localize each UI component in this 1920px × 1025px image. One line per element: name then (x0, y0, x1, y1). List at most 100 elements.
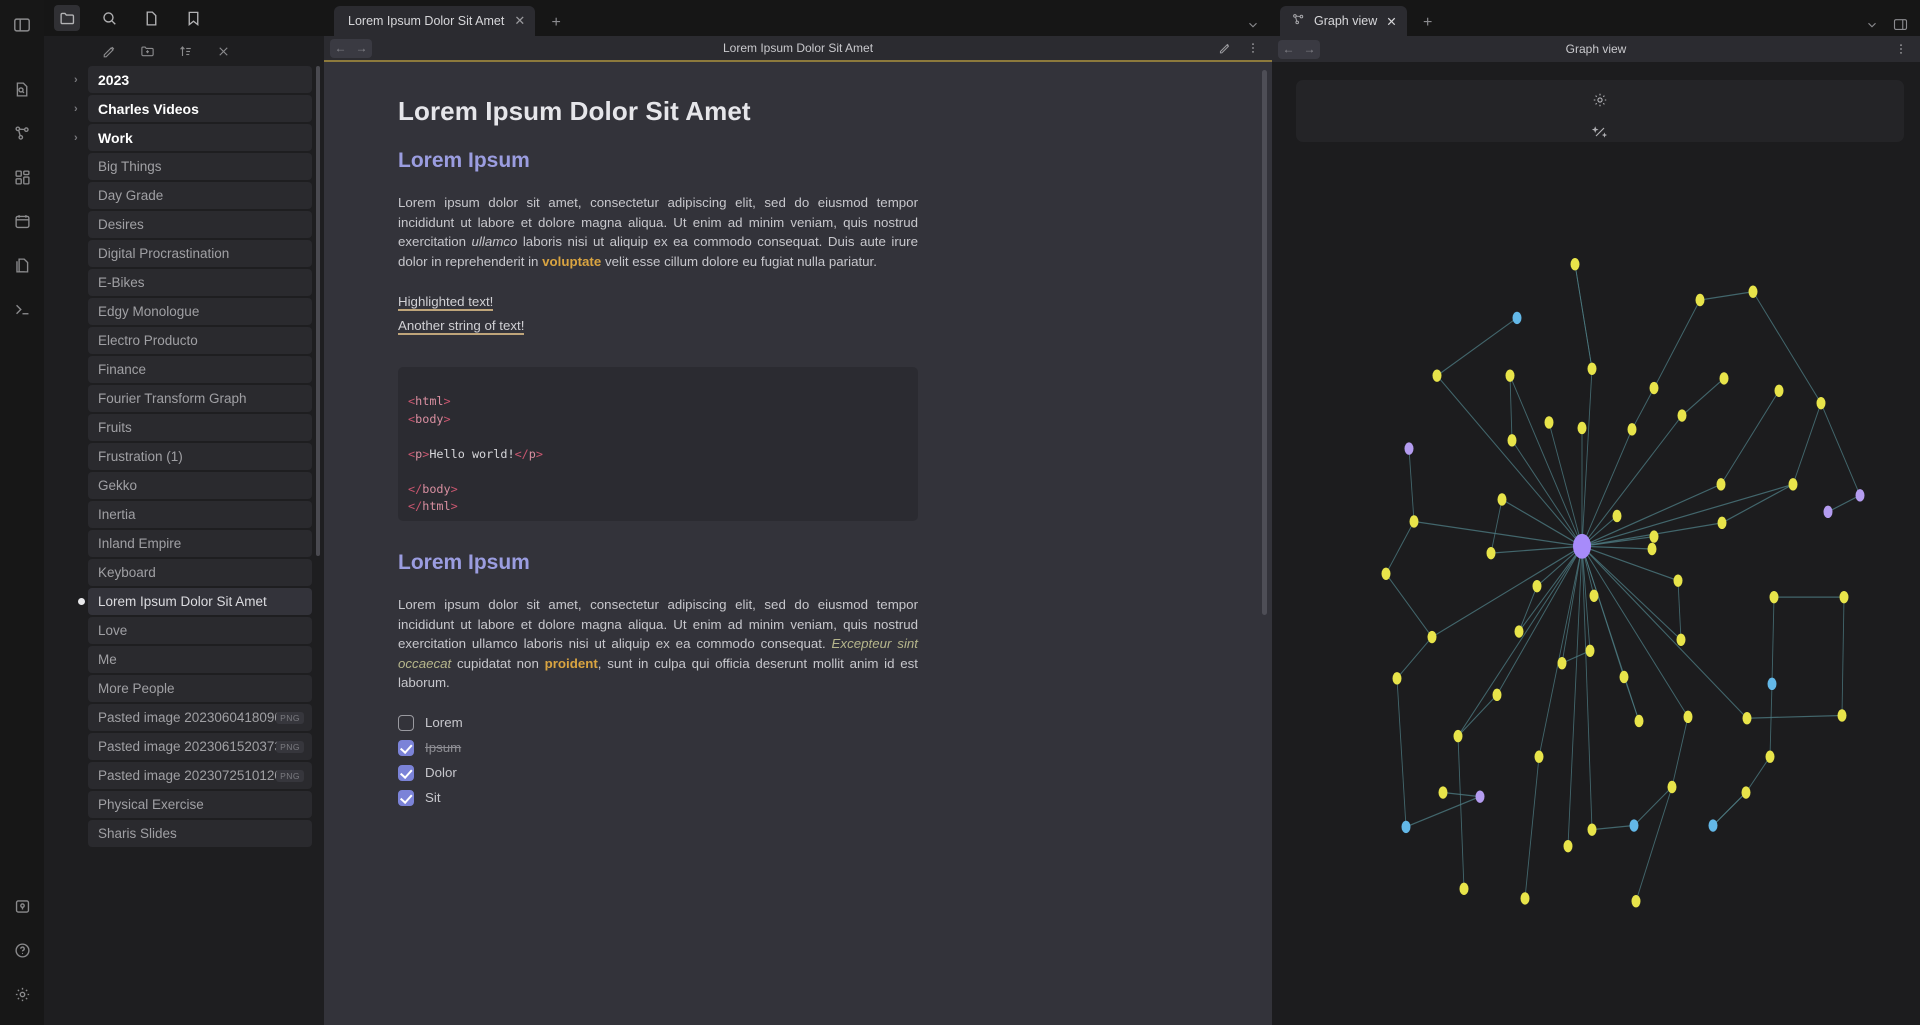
graph-node[interactable] (1684, 711, 1693, 723)
graph-node[interactable] (1454, 730, 1463, 742)
file-row[interactable]: Desires (88, 211, 312, 238)
graph-node[interactable] (1743, 712, 1752, 724)
file-row[interactable]: Me (88, 646, 312, 673)
graph-node[interactable] (1588, 363, 1597, 375)
graph-controls-panel[interactable] (1296, 80, 1904, 142)
file-list[interactable]: ›2023›Charles Videos›WorkBig ThingsDay G… (44, 66, 324, 1025)
graph-canvas[interactable] (1272, 62, 1920, 1025)
graph-node[interactable] (1766, 751, 1775, 763)
new-note-icon[interactable] (98, 40, 120, 62)
code-block[interactable]: <html><body><p>Hello world!</p></body></… (398, 367, 918, 521)
calendar-icon[interactable] (5, 204, 39, 238)
right-sidebar-toggle-icon[interactable] (1893, 17, 1908, 32)
terminal-icon[interactable] (5, 292, 39, 326)
canvas-icon[interactable] (5, 160, 39, 194)
graph-node[interactable] (1628, 423, 1637, 435)
chevron-right-icon[interactable]: › (74, 132, 78, 144)
file-row[interactable]: Fourier Transform Graph (88, 385, 312, 412)
more-options-icon[interactable] (1246, 41, 1260, 55)
graph-node[interactable] (1535, 751, 1544, 763)
graph-node[interactable] (1817, 397, 1826, 409)
graph-node[interactable] (1545, 416, 1554, 428)
task-item[interactable]: Dolor (398, 765, 918, 781)
graph-node[interactable] (1506, 369, 1515, 381)
file-row[interactable]: Frustration (1) (88, 443, 312, 470)
graph-node[interactable] (1620, 671, 1629, 683)
graph-node[interactable] (1439, 786, 1448, 798)
search-tab-icon[interactable] (96, 5, 122, 31)
graph-node[interactable] (1630, 819, 1639, 831)
graph-node[interactable] (1460, 883, 1469, 895)
file-row[interactable]: Big Things (88, 153, 312, 180)
sidebar-toggle-icon[interactable] (5, 8, 39, 42)
graph-node[interactable] (1824, 506, 1833, 518)
file-row[interactable]: Day Grade (88, 182, 312, 209)
graph-node[interactable] (1770, 591, 1779, 603)
file-row[interactable]: Pasted image 20230725101203PNG (88, 762, 312, 789)
file-row[interactable]: Love (88, 617, 312, 644)
file-row[interactable]: Electro Producto (88, 327, 312, 354)
graph-node[interactable] (1717, 478, 1726, 490)
settings-icon[interactable] (5, 977, 39, 1011)
graph-chevron-down-icon[interactable] (1865, 18, 1879, 32)
graph-back-button[interactable]: ← (1278, 40, 1299, 59)
graph-node[interactable] (1840, 591, 1849, 603)
graph-node[interactable] (1382, 568, 1391, 580)
graph-node[interactable] (1402, 821, 1411, 833)
graph-node[interactable] (1709, 819, 1718, 831)
vault-icon[interactable] (5, 889, 39, 923)
graph-node[interactable] (1515, 625, 1524, 637)
graph-node[interactable] (1393, 672, 1402, 684)
graph-node[interactable] (1789, 478, 1798, 490)
graph-node[interactable] (1856, 489, 1865, 501)
folder-tab-icon[interactable] (54, 5, 80, 31)
file-row[interactable]: Edgy Monologue (88, 298, 312, 325)
graph-node[interactable] (1749, 286, 1758, 298)
file-row[interactable]: Inland Empire (88, 530, 312, 557)
graph-node[interactable] (1775, 385, 1784, 397)
graph-node[interactable] (1433, 369, 1442, 381)
graph-node[interactable] (1558, 657, 1567, 669)
graph-node[interactable] (1648, 543, 1657, 555)
graph-node[interactable] (1632, 895, 1641, 907)
graph-node[interactable] (1498, 493, 1507, 505)
chevron-right-icon[interactable]: › (74, 74, 78, 86)
file-row[interactable]: Pasted image 20230615203730PNG (88, 733, 312, 760)
new-tab-button[interactable]: + (543, 10, 569, 36)
editor-scrollbar[interactable] (1262, 70, 1267, 615)
file-search-icon[interactable] (5, 72, 39, 106)
graph-node[interactable] (1564, 840, 1573, 852)
new-folder-icon[interactable] (136, 40, 158, 62)
file-row[interactable]: Inertia (88, 501, 312, 528)
file-row[interactable]: Pasted image 20230604180900PNG (88, 704, 312, 731)
file-row[interactable]: More People (88, 675, 312, 702)
checkbox-unchecked-icon[interactable] (398, 715, 414, 731)
edit-pencil-icon[interactable] (1218, 41, 1232, 55)
chevron-right-icon[interactable]: › (74, 103, 78, 115)
document-editor[interactable]: Lorem Ipsum Dolor Sit Amet Lorem Ipsum L… (324, 62, 1272, 1025)
graph-node[interactable] (1410, 515, 1419, 527)
graph-node[interactable] (1588, 823, 1597, 835)
graph-node[interactable] (1635, 715, 1644, 727)
checkbox-checked-icon[interactable] (398, 765, 414, 781)
forward-button[interactable]: → (351, 39, 372, 58)
files-icon[interactable] (5, 248, 39, 282)
graph-node[interactable] (1768, 678, 1777, 690)
graph-node[interactable] (1838, 709, 1847, 721)
graph-node[interactable] (1586, 645, 1595, 657)
checkbox-checked-icon[interactable] (398, 790, 414, 806)
graph-node[interactable] (1578, 422, 1587, 434)
graph-node[interactable] (1487, 547, 1496, 559)
file-row[interactable]: Digital Procrastination (88, 240, 312, 267)
file-row[interactable]: Lorem Ipsum Dolor Sit Amet (88, 588, 312, 615)
chevron-down-icon[interactable] (1246, 18, 1260, 32)
graph-icon[interactable] (5, 116, 39, 150)
graph-node[interactable] (1742, 786, 1751, 798)
graph-node-center[interactable] (1573, 534, 1591, 559)
graph-node[interactable] (1428, 631, 1437, 643)
file-row[interactable]: Keyboard (88, 559, 312, 586)
folder-row[interactable]: ›2023 (88, 66, 312, 93)
graph-node[interactable] (1668, 781, 1677, 793)
file-row[interactable]: Gekko (88, 472, 312, 499)
file-row[interactable]: Fruits (88, 414, 312, 441)
